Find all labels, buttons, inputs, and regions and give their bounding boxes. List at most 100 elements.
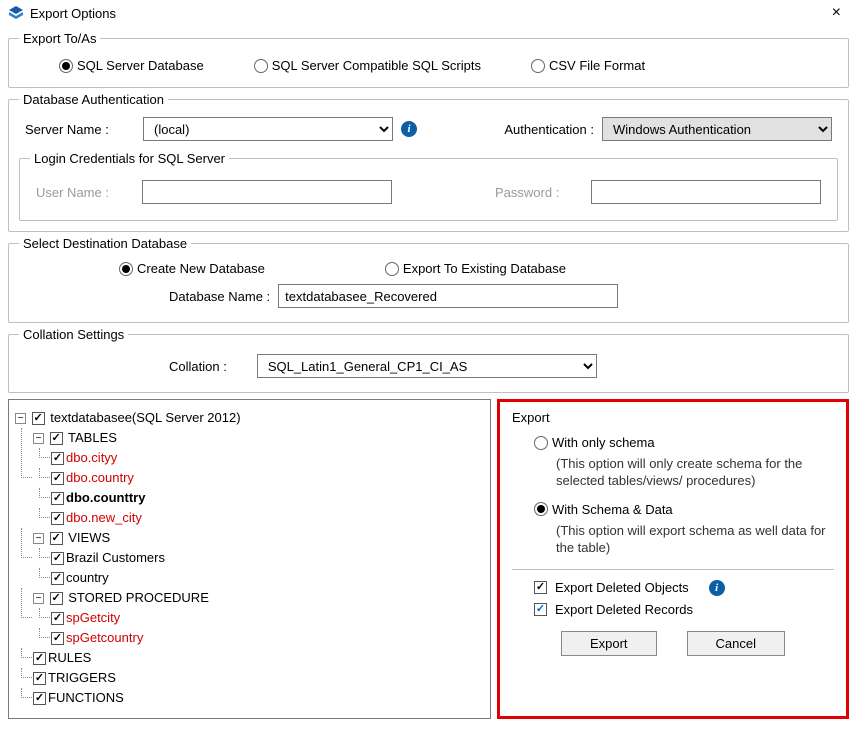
checkbox-icon[interactable]: [50, 592, 63, 605]
checkbox-icon[interactable]: [50, 432, 63, 445]
collation-group: Collation Settings Collation : SQL_Latin…: [8, 327, 849, 393]
username-input: [142, 180, 392, 204]
checkbox-icon[interactable]: [33, 672, 46, 685]
tree-label: dbo.new_city: [66, 510, 142, 525]
server-name-label: Server Name :: [25, 122, 135, 137]
tree-label: dbo.country: [66, 470, 134, 485]
export-button[interactable]: Export: [561, 631, 657, 656]
radio-label: Create New Database: [137, 261, 265, 276]
tree-root-label: textdatabasee(SQL Server 2012): [50, 410, 240, 425]
info-icon[interactable]: i: [401, 121, 417, 137]
checkbox-icon[interactable]: [51, 492, 64, 505]
radio-label: With Schema & Data: [552, 502, 673, 517]
radio-label: CSV File Format: [549, 58, 645, 73]
app-icon: [8, 5, 24, 21]
tree-node-functions[interactable]: FUNCTIONS: [33, 688, 484, 708]
tree-item[interactable]: dbo.country: [51, 468, 484, 488]
tree-label: country: [66, 570, 109, 585]
schema-data-desc: (This option will export schema as well …: [556, 523, 834, 557]
db-auth-group: Database Authentication Server Name : (l…: [8, 92, 849, 232]
tree-node-views[interactable]: − VIEWS Brazil Customers country: [33, 528, 484, 588]
radio-icon: [254, 59, 268, 73]
tree-item[interactable]: spGetcity: [51, 608, 484, 628]
schema-only-radio[interactable]: With only schema: [534, 435, 834, 450]
checkbox-icon[interactable]: [51, 572, 64, 585]
dbname-input[interactable]: [278, 284, 618, 308]
radio-label: SQL Server Database: [77, 58, 204, 73]
tree-node-tables[interactable]: − TABLES dbo.cityy dbo.country dbo.count…: [33, 428, 484, 528]
tree-node-sp[interactable]: − STORED PROCEDURE spGetcity spGetcountr…: [33, 588, 484, 648]
export-deleted-records-checkbox[interactable]: [534, 603, 547, 616]
tree-item[interactable]: country: [51, 568, 484, 588]
radio-icon: [531, 59, 545, 73]
password-input: [591, 180, 821, 204]
collation-legend: Collation Settings: [19, 327, 128, 342]
collapse-icon[interactable]: −: [15, 413, 26, 424]
tree-label: VIEWS: [68, 530, 110, 545]
export-to-sql-script-radio[interactable]: SQL Server Compatible SQL Scripts: [254, 58, 481, 73]
cancel-button[interactable]: Cancel: [687, 631, 785, 656]
tree-label: Brazil Customers: [66, 550, 165, 565]
window-title: Export Options: [30, 6, 824, 21]
export-to-group: Export To/As SQL Server Database SQL Ser…: [8, 31, 849, 88]
tree-item[interactable]: spGetcountry: [51, 628, 484, 648]
checkbox-icon[interactable]: [51, 512, 64, 525]
tree-item[interactable]: dbo.cityy: [51, 448, 484, 468]
collapse-icon[interactable]: −: [33, 593, 44, 604]
tree-node-rules[interactable]: RULES: [33, 648, 484, 668]
password-label: Password :: [495, 185, 585, 200]
export-to-legend: Export To/As: [19, 31, 100, 46]
export-title: Export: [512, 410, 834, 425]
checkbox-icon[interactable]: [32, 412, 45, 425]
export-to-sql-db-radio[interactable]: SQL Server Database: [59, 58, 204, 73]
server-name-select[interactable]: (local): [143, 117, 393, 141]
checkbox-icon[interactable]: [33, 692, 46, 705]
export-panel: Export With only schema (This option wil…: [497, 399, 849, 719]
tree-label: TABLES: [68, 430, 117, 445]
export-existing-db-radio[interactable]: Export To Existing Database: [385, 261, 566, 276]
tree-item[interactable]: Brazil Customers: [51, 548, 484, 568]
radio-icon: [385, 262, 399, 276]
tree-label: STORED PROCEDURE: [68, 590, 209, 605]
export-to-csv-radio[interactable]: CSV File Format: [531, 58, 645, 73]
tree-node-triggers[interactable]: TRIGGERS: [33, 668, 484, 688]
divider: [512, 569, 834, 570]
create-new-db-radio[interactable]: Create New Database: [119, 261, 265, 276]
radio-label: SQL Server Compatible SQL Scripts: [272, 58, 481, 73]
schema-data-radio[interactable]: With Schema & Data: [534, 502, 834, 517]
schema-only-desc: (This option will only create schema for…: [556, 456, 834, 490]
checkbox-icon[interactable]: [50, 532, 63, 545]
db-auth-legend: Database Authentication: [19, 92, 168, 107]
tree-item[interactable]: dbo.counttry: [51, 488, 484, 508]
tree-label: spGetcountry: [66, 630, 143, 645]
checkbox-icon[interactable]: [51, 452, 64, 465]
collation-label: Collation :: [169, 359, 227, 374]
dest-db-group: Select Destination Database Create New D…: [8, 236, 849, 323]
radio-icon: [59, 59, 73, 73]
auth-select[interactable]: Windows Authentication: [602, 117, 832, 141]
titlebar: Export Options ×: [0, 0, 857, 27]
collation-select[interactable]: SQL_Latin1_General_CP1_CI_AS: [257, 354, 597, 378]
export-deleted-objects-checkbox[interactable]: [534, 581, 547, 594]
tree-label: TRIGGERS: [48, 670, 116, 685]
tree-root[interactable]: − textdatabasee(SQL Server 2012) − TABLE…: [15, 408, 484, 708]
close-button[interactable]: ×: [824, 4, 849, 22]
radio-icon: [534, 502, 548, 516]
info-icon[interactable]: i: [709, 580, 725, 596]
checkbox-label: Export Deleted Records: [555, 602, 693, 617]
checkbox-icon[interactable]: [51, 612, 64, 625]
tree-label: RULES: [48, 650, 91, 665]
checkbox-icon[interactable]: [51, 552, 64, 565]
tree-label: spGetcity: [66, 610, 120, 625]
checkbox-label: Export Deleted Objects: [555, 580, 689, 595]
checkbox-icon[interactable]: [51, 632, 64, 645]
collapse-icon[interactable]: −: [33, 533, 44, 544]
collapse-icon[interactable]: −: [33, 433, 44, 444]
radio-icon: [119, 262, 133, 276]
checkbox-icon[interactable]: [51, 472, 64, 485]
dest-db-legend: Select Destination Database: [19, 236, 191, 251]
object-tree[interactable]: − textdatabasee(SQL Server 2012) − TABLE…: [8, 399, 491, 719]
tree-item[interactable]: dbo.new_city: [51, 508, 484, 528]
checkbox-icon[interactable]: [33, 652, 46, 665]
username-label: User Name :: [36, 185, 136, 200]
